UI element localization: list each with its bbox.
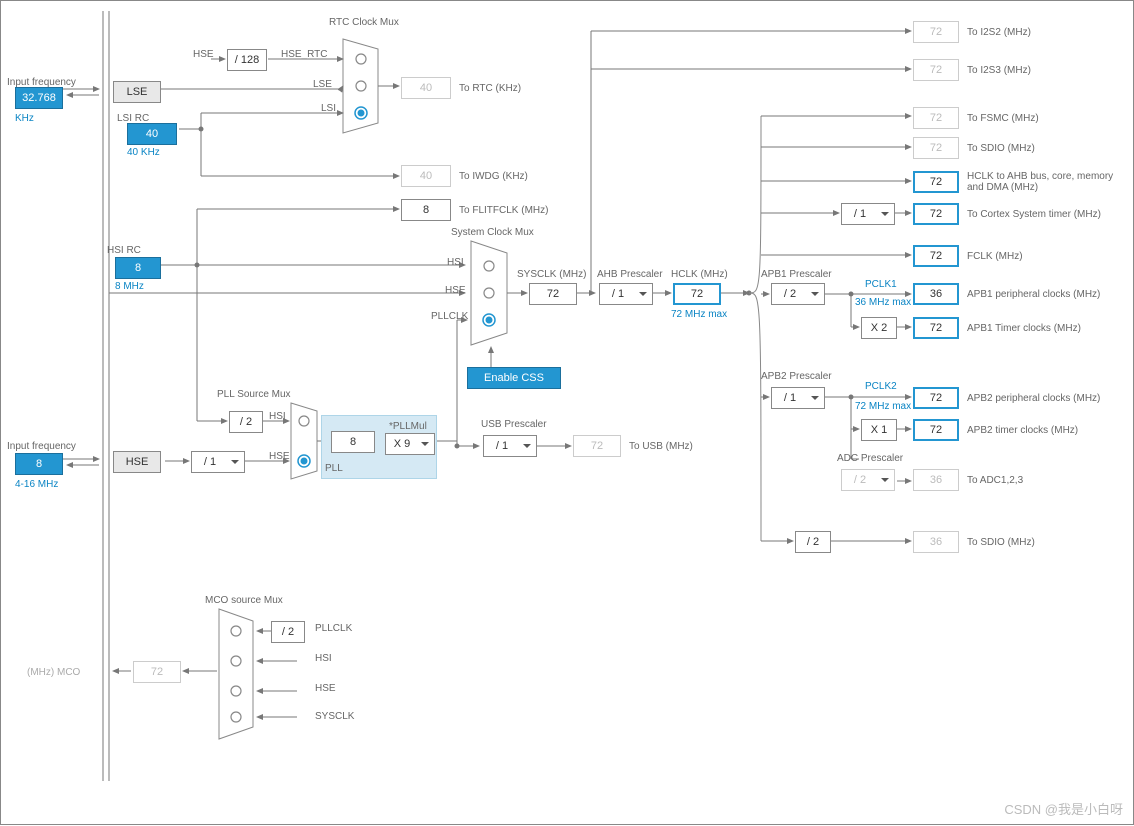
- hse-freq-label: Input frequency: [7, 441, 76, 452]
- sysclk-val[interactable]: 72: [529, 283, 577, 305]
- i2s3-label: To I2S3 (MHz): [967, 65, 1031, 76]
- apb1t-val: 72: [913, 317, 959, 339]
- pll-mux-title: PLL Source Mux: [217, 389, 291, 400]
- sysclk-mux-title: System Clock Mux: [451, 227, 534, 238]
- rtc-hse-rtc: HSE_RTC: [281, 49, 328, 60]
- fclk-label: FCLK (MHz): [967, 251, 1023, 262]
- lse-freq-input[interactable]: 32.768: [15, 87, 63, 109]
- hclk-label: HCLK (MHz): [671, 269, 728, 280]
- adc-div-select[interactable]: / 2: [841, 469, 895, 491]
- pclk1-max: 36 MHz max: [855, 297, 911, 308]
- rtc-lse-sig: LSE: [313, 79, 332, 90]
- rtc-out-label: To RTC (KHz): [459, 83, 521, 94]
- rtc-out-val: 40: [401, 77, 451, 99]
- hsi-val: 8: [115, 257, 161, 279]
- apb2t-val: 72: [913, 419, 959, 441]
- apb1-title: APB1 Prescaler: [761, 269, 832, 280]
- rtc-mux-title: RTC Clock Mux: [329, 17, 399, 28]
- apb1p-label: APB1 peripheral clocks (MHz): [967, 289, 1100, 300]
- mco-title: MCO source Mux: [205, 595, 283, 606]
- pllmul-label: *PLLMul: [389, 421, 427, 432]
- usb-val: 72: [573, 435, 621, 457]
- usb-label: To USB (MHz): [629, 441, 693, 452]
- systick-label: To Cortex System timer (MHz): [967, 209, 1101, 220]
- hclk-val[interactable]: 72: [673, 283, 721, 305]
- watermark: CSDN @我是小白呀: [1004, 799, 1123, 818]
- systick-div-select[interactable]: / 1: [841, 203, 895, 225]
- lse-unit: KHz: [15, 113, 34, 124]
- iwdg-label: To IWDG (KHz): [459, 171, 528, 182]
- i2s2-label: To I2S2 (MHz): [967, 27, 1031, 38]
- sysclk-pllclk: PLLCLK: [431, 311, 468, 322]
- mco-pllclk: PLLCLK: [315, 623, 352, 634]
- apb2-div-select[interactable]: / 1: [771, 387, 825, 409]
- adc-title: ADC Prescaler: [837, 453, 903, 464]
- mco-div2: / 2: [271, 621, 305, 643]
- hsi-label: HSI RC: [107, 245, 141, 256]
- sdio2-val: 36: [913, 531, 959, 553]
- hse-freq-input[interactable]: 8: [15, 453, 63, 475]
- apb2-title: APB2 Prescaler: [761, 371, 832, 382]
- rtc-hse-div: / 128: [227, 49, 267, 71]
- hclk-out-val: 72: [913, 171, 959, 193]
- pllmul-select[interactable]: X 9: [385, 433, 435, 455]
- mco-hse: HSE: [315, 683, 336, 694]
- pclk2-max: 72 MHz max: [855, 401, 911, 412]
- adc-val: 36: [913, 469, 959, 491]
- sysclk-hse: HSE: [445, 285, 466, 296]
- mco-sysclk: SYSCLK: [315, 711, 354, 722]
- flitf-label: To FLITFCLK (MHz): [459, 205, 548, 216]
- fsmc-val: 72: [913, 107, 959, 129]
- enable-css-button[interactable]: Enable CSS: [467, 367, 561, 389]
- hse-block: HSE: [113, 451, 161, 473]
- pll-hse-div-select[interactable]: / 1: [191, 451, 245, 473]
- pll-div2: / 2: [229, 411, 263, 433]
- iwdg-val: 40: [401, 165, 451, 187]
- lse-block: LSE: [113, 81, 161, 103]
- apb2-mult: X 1: [861, 419, 897, 441]
- hclk-max: 72 MHz max: [671, 309, 727, 320]
- hse-range: 4-16 MHz: [15, 479, 58, 490]
- mco-hsi: HSI: [315, 653, 332, 664]
- systick-val: 72: [913, 203, 959, 225]
- adc-label: To ADC1,2,3: [967, 475, 1023, 486]
- apb1p-val: 36: [913, 283, 959, 305]
- mco-val: 72: [133, 661, 181, 683]
- flitf-val: 8: [401, 199, 451, 221]
- sdio2-div: / 2: [795, 531, 831, 553]
- sdio-val: 72: [913, 137, 959, 159]
- usb-div-select[interactable]: / 1: [483, 435, 537, 457]
- pll-label: PLL: [325, 463, 343, 474]
- sysclk-out-label: SYSCLK (MHz): [517, 269, 586, 280]
- lsi-val: 40: [127, 123, 177, 145]
- fclk-val: 72: [913, 245, 959, 267]
- apb2t-label: APB2 timer clocks (MHz): [967, 425, 1078, 436]
- lsi-unit: 40 KHz: [127, 147, 160, 158]
- pll-hsi: HSI: [269, 411, 286, 422]
- hsi-unit: 8 MHz: [115, 281, 144, 292]
- i2s2-val: 72: [913, 21, 959, 43]
- sysclk-hsi: HSI: [447, 257, 464, 268]
- hclk-out-label: HCLK to AHB bus, core, memory and DMA (M…: [967, 171, 1117, 193]
- mco-label: (MHz) MCO: [27, 667, 80, 678]
- apb2p-val: 72: [913, 387, 959, 409]
- apb1-div-select[interactable]: / 2: [771, 283, 825, 305]
- ahb-div-select[interactable]: / 1: [599, 283, 653, 305]
- pclk2-label: PCLK2: [865, 381, 897, 392]
- usb-title: USB Prescaler: [481, 419, 547, 430]
- sdio-label: To SDIO (MHz): [967, 143, 1035, 154]
- apb2p-label: APB2 peripheral clocks (MHz): [967, 393, 1100, 404]
- pll-hse: HSE: [269, 451, 290, 462]
- rtc-hse-in: HSE: [193, 49, 214, 60]
- ahb-title: AHB Prescaler: [597, 269, 663, 280]
- apb1-mult: X 2: [861, 317, 897, 339]
- sdio2-label: To SDIO (MHz): [967, 537, 1035, 548]
- i2s3-val: 72: [913, 59, 959, 81]
- pclk1-label: PCLK1: [865, 279, 897, 290]
- rtc-lsi-sig: LSI: [321, 103, 336, 114]
- apb1t-label: APB1 Timer clocks (MHz): [967, 323, 1081, 334]
- fsmc-label: To FSMC (MHz): [967, 113, 1039, 124]
- pll-in-val: 8: [331, 431, 375, 453]
